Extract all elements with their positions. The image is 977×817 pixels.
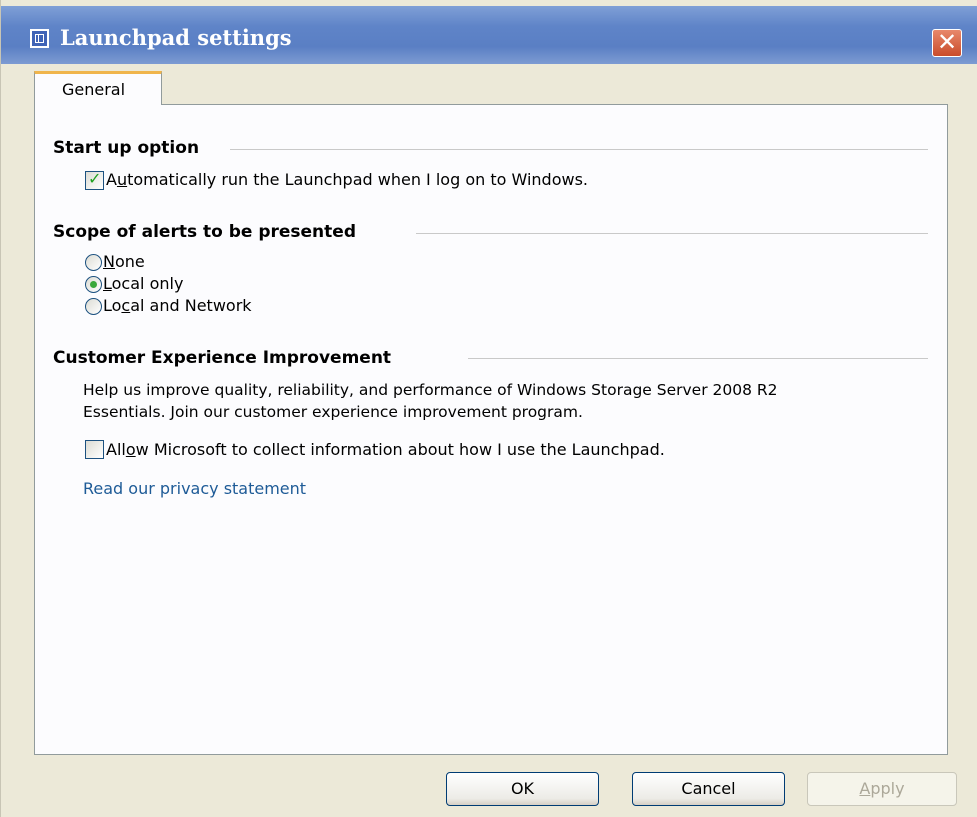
- apply-button[interactable]: Apply: [807, 772, 957, 806]
- radio-local-and-network[interactable]: [85, 298, 102, 315]
- radio-local-and-network-label[interactable]: Local and Network: [103, 296, 252, 315]
- ceip-group-header: Customer Experience Improvement: [53, 348, 392, 368]
- radio-selected-dot: [90, 281, 97, 288]
- window-title: Launchpad settings: [60, 25, 292, 50]
- title-bar[interactable]: Launchpad settings ✕: [1, 6, 977, 64]
- ceip-description-line1: Help us improve quality, reliability, an…: [83, 381, 778, 399]
- auto-run-label[interactable]: Automatically run the Launchpad when I l…: [106, 170, 588, 189]
- startup-group-header: Start up option: [53, 138, 200, 158]
- tab-general[interactable]: General: [34, 71, 162, 105]
- tab-general-label: General: [62, 80, 126, 99]
- alerts-group-header: Scope of alerts to be presented: [53, 222, 356, 242]
- startup-group-divider: [230, 149, 928, 150]
- radio-local-only[interactable]: [85, 276, 102, 293]
- radio-none[interactable]: [85, 254, 102, 271]
- allow-collect-checkbox[interactable]: [85, 440, 104, 459]
- close-icon: ✕: [936, 28, 958, 56]
- cancel-button[interactable]: Cancel: [632, 772, 785, 806]
- allow-collect-label[interactable]: Allow Microsoft to collect information a…: [106, 440, 665, 459]
- close-button[interactable]: ✕: [932, 29, 962, 57]
- ok-button[interactable]: OK: [446, 772, 599, 806]
- ceip-description-line2: Essentials. Join our customer experience…: [83, 403, 583, 421]
- app-window-icon: [30, 29, 49, 48]
- radio-none-label[interactable]: None: [103, 252, 145, 271]
- radio-local-only-label[interactable]: Local only: [103, 274, 183, 293]
- auto-run-checkbox[interactable]: ✓: [85, 169, 104, 190]
- alerts-group-divider: [416, 233, 928, 234]
- privacy-statement-link[interactable]: Read our privacy statement: [83, 479, 306, 498]
- launchpad-settings-window: Launchpad settings ✕ General Start up op…: [0, 0, 977, 817]
- checkmark-icon: ✓: [88, 169, 102, 188]
- general-tab-panel: Start up option ✓ Automatically run the …: [34, 104, 948, 755]
- ceip-group-divider: [468, 358, 928, 359]
